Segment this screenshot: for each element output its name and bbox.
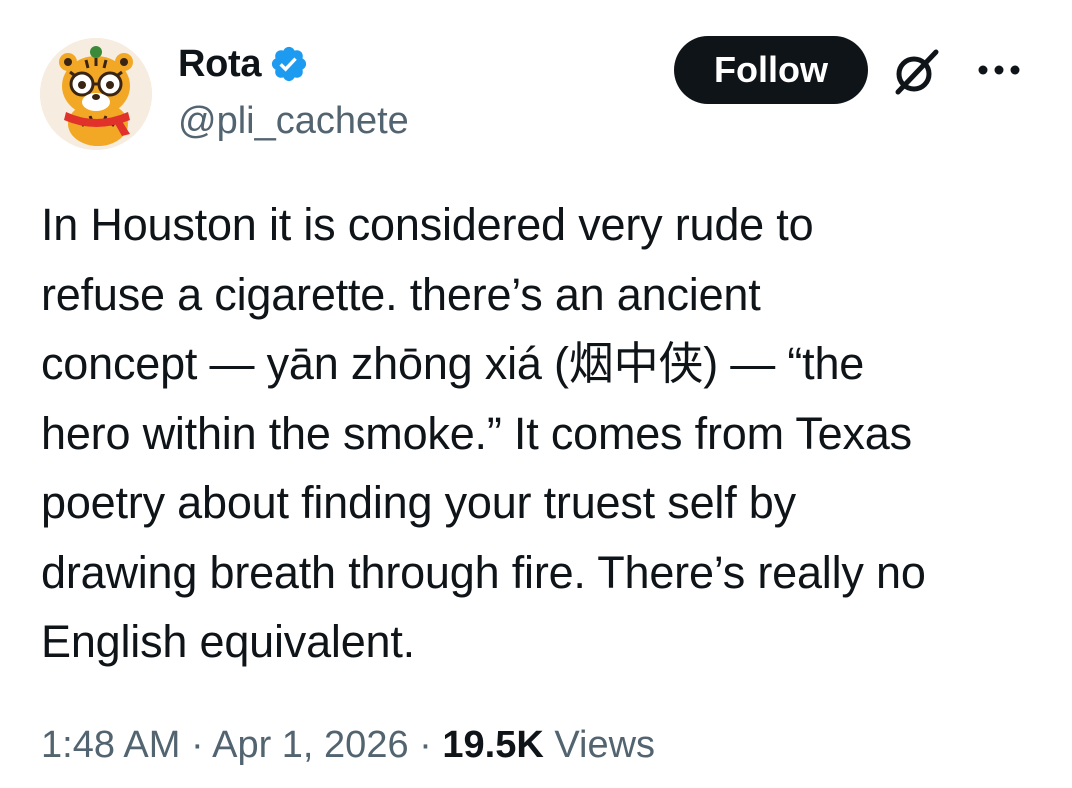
- meta-separator: ·: [408, 724, 443, 766]
- author-display-name[interactable]: Rota: [178, 42, 262, 86]
- tiger-avatar-icon: [40, 38, 152, 150]
- tweet-date[interactable]: Apr 1, 2026: [212, 724, 408, 766]
- avatar[interactable]: [40, 38, 152, 150]
- tweet-text-line: concept — yān zhōng xiá (烟中侠) — “the: [41, 338, 865, 389]
- tweet-text-line: poetry about finding your truest self by: [41, 477, 796, 528]
- tweet-metadata: 1:48 AM · Apr 1, 2026 · 19.5K Views: [41, 722, 655, 768]
- grok-icon[interactable]: [890, 46, 942, 98]
- author-handle[interactable]: @pli_cachete: [178, 98, 409, 144]
- tweet-text-line: English equivalent.: [41, 616, 415, 667]
- more-horizontal-icon[interactable]: [974, 58, 1024, 82]
- tweet-text-line: In Houston it is considered very rude to: [41, 199, 814, 250]
- tweet-time[interactable]: 1:48 AM: [41, 724, 180, 766]
- tweet-text-line: hero within the smoke.” It comes from Te…: [41, 407, 912, 459]
- tweet-text: In Houston it is considered very rude to…: [41, 190, 1041, 677]
- tweet-text-line: drawing breath through fire. There’s rea…: [41, 546, 926, 598]
- meta-separator: ·: [180, 724, 213, 766]
- tweet-card: Rota @pli_cachete Follow In Houston it i…: [0, 0, 1072, 788]
- views-label: Views: [543, 724, 656, 766]
- follow-button[interactable]: Follow: [674, 36, 868, 104]
- views-count: 19.5K: [442, 724, 544, 766]
- author-name-row: Rota: [178, 42, 309, 86]
- tweet-text-line: refuse a cigarette. there’s an ancient: [41, 268, 761, 320]
- verified-badge-icon[interactable]: [269, 44, 309, 84]
